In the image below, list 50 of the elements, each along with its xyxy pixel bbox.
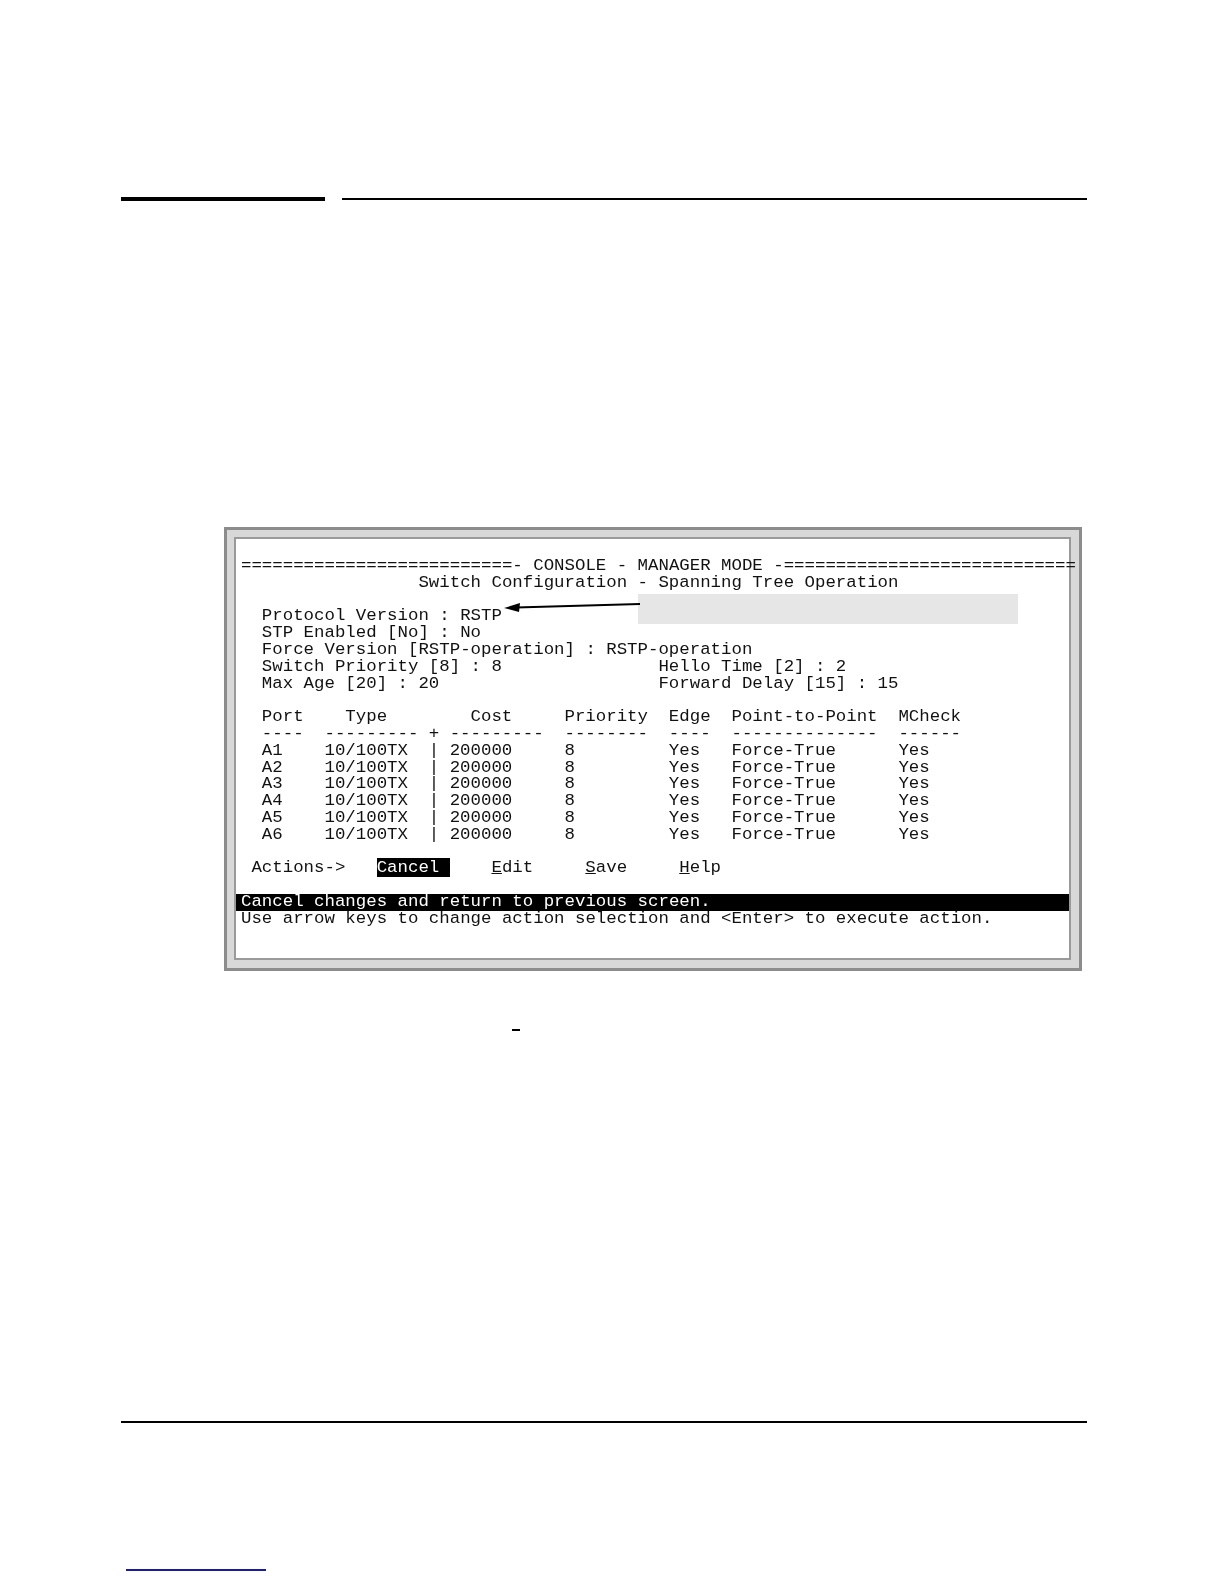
action-item[interactable]: Help (679, 858, 722, 878)
table-cell: 10/100TX (324, 740, 408, 760)
actions-label: Actions-> (251, 858, 346, 878)
table-cell: Yes (668, 824, 701, 844)
action-item[interactable]: Edit (491, 858, 534, 878)
table-cell: Yes (898, 740, 930, 760)
table-cell: Yes (668, 740, 701, 760)
table-cell: 200000 (449, 740, 513, 760)
table-cell: 8 (564, 824, 575, 844)
table-cell: Yes (898, 774, 930, 794)
table-cell: 8 (564, 740, 575, 760)
table-cell: A1 (261, 740, 283, 760)
action-item[interactable]: Save (585, 858, 628, 878)
table-cell: 200000 (449, 824, 513, 844)
table-cell: Yes (898, 757, 930, 777)
table-cell: | (428, 774, 440, 794)
table-cell: Force-True (731, 740, 836, 760)
table-cell: 200000 (449, 774, 513, 794)
table-cell: | (428, 757, 440, 777)
table-cell: Force-True (731, 824, 836, 844)
table-cell: 8 (564, 757, 575, 777)
table-cell: A6 (261, 824, 283, 844)
header-underline: + (428, 723, 440, 743)
table-cell: Yes (668, 774, 701, 794)
table-cell: 10/100TX (324, 824, 408, 844)
setting-text: Force Version [RSTP-operation] : RSTP-operation (261, 640, 753, 659)
table-cell: 10/100TX (324, 774, 408, 794)
table-cell: | (428, 740, 440, 760)
table-cell: | (428, 824, 440, 844)
setting-text: Protocol Version : RSTP (261, 606, 502, 626)
action-item[interactable]: Cancel (376, 858, 450, 878)
dash-mark (512, 1029, 520, 1031)
screen-title: Switch Configuration - Spanning Tree Operation (418, 574, 899, 592)
help-text: Use arrow keys to change action selection and <Enter> to execute action. (241, 910, 993, 928)
table-cell: 10/100TX (324, 757, 408, 777)
status-message: Cancel changes and return to previous screen. (236, 893, 1069, 911)
table-cell: A2 (261, 757, 283, 777)
banner-text: ==========================- CONSOLE - MANAGER MODE -============================ (241, 558, 1076, 575)
table-cell: Force-True (731, 774, 836, 794)
table-cell: Yes (898, 824, 930, 844)
setting-text: STP Enabled [No] : No (261, 623, 482, 643)
table-cell: Force-True (731, 757, 836, 777)
table-cell: Yes (668, 757, 701, 777)
setting-text: Max Age [20] : 20 (261, 673, 440, 693)
setting-text: Forward Delay [15] : 15 (658, 673, 899, 693)
setting-text: Hello Time [2] : 2 (658, 656, 847, 676)
table-cell: A3 (261, 774, 283, 794)
setting-text: Switch Priority [8] : 8 (261, 656, 502, 676)
table-cell: 200000 (449, 757, 513, 777)
table-cell: 8 (564, 774, 575, 794)
